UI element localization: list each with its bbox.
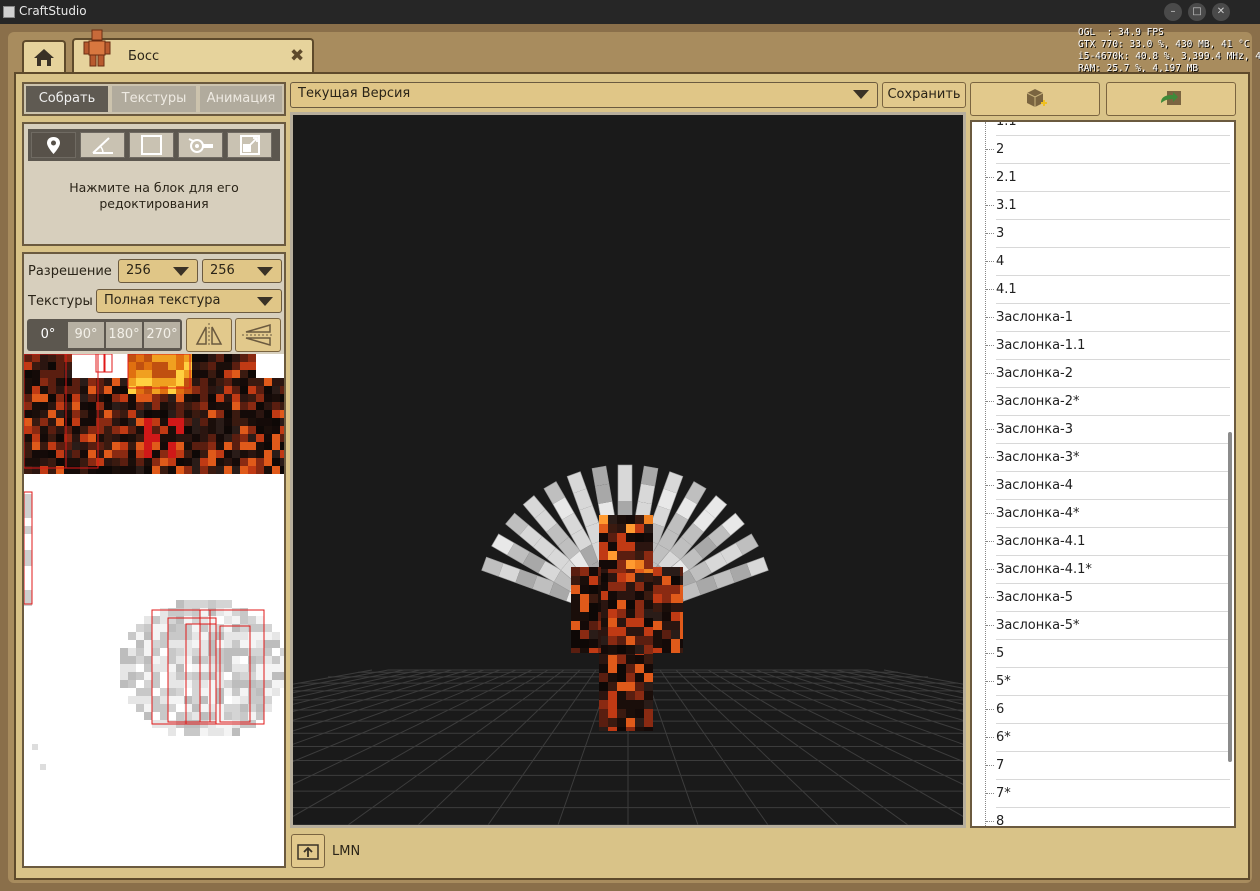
- texture-mode-dropdown[interactable]: Полная текстура: [96, 289, 282, 313]
- flip-horizontal-icon: [195, 323, 223, 347]
- list-item[interactable]: 3: [986, 220, 1230, 248]
- save-button[interactable]: Сохранить: [882, 82, 966, 108]
- folder-up-icon: [297, 844, 319, 860]
- chevron-down-icon: [257, 297, 273, 306]
- flip-vertical-icon: [242, 324, 274, 346]
- home-icon: [34, 49, 54, 66]
- texture-mode-value: Полная текстура: [104, 293, 221, 308]
- list-item[interactable]: Заслонка-4.1: [986, 528, 1230, 556]
- list-item[interactable]: Заслонка-3*: [986, 444, 1230, 472]
- resolution-label: Разрешение: [28, 264, 112, 279]
- version-dropdown[interactable]: Текущая Версия: [290, 82, 878, 108]
- minimize-icon[interactable]: –: [1164, 3, 1182, 21]
- resolution-height-dropdown[interactable]: 256: [202, 259, 282, 283]
- box-tool[interactable]: [129, 132, 174, 158]
- list-item[interactable]: Заслонка-2: [986, 360, 1230, 388]
- list-item[interactable]: 7: [986, 752, 1230, 780]
- scrollbar[interactable]: [1228, 432, 1232, 762]
- tab-animation[interactable]: Анимация: [200, 86, 282, 112]
- replace-icon: [1161, 91, 1181, 105]
- rotate-90-button[interactable]: 90°: [68, 322, 104, 348]
- list-item[interactable]: Заслонка-2*: [986, 388, 1230, 416]
- texture-panel: Разрешение 256 256 Текстуры Полная текст…: [22, 252, 286, 868]
- tools-panel: Нажмите на блок для его редоктирования: [22, 122, 286, 246]
- project-label: LMN: [332, 844, 361, 859]
- list-item[interactable]: 4: [986, 248, 1230, 276]
- perf-line: OGL : 34.9 FPS: [1078, 27, 1164, 38]
- perf-overlay: OGL : 34.9 FPS GTX 770: 33.0 %, 430 MB, 4…: [1078, 27, 1260, 75]
- move-tool[interactable]: [31, 132, 76, 158]
- list-item[interactable]: 1.1: [996, 122, 1230, 136]
- list-item[interactable]: 8: [986, 808, 1230, 826]
- tree-line: [985, 122, 986, 826]
- 3d-viewport[interactable]: [290, 112, 966, 828]
- list-item[interactable]: 5*: [986, 668, 1230, 696]
- list-item[interactable]: 5: [986, 640, 1230, 668]
- new-block-button[interactable]: [970, 82, 1100, 116]
- model-icon: [83, 29, 111, 67]
- flip-vertical-button[interactable]: [235, 318, 281, 352]
- list-item[interactable]: Заслонка-1.1: [986, 332, 1230, 360]
- rotate-0-button[interactable]: 0°: [30, 322, 66, 348]
- rotate-tool[interactable]: [80, 132, 125, 158]
- list-item[interactable]: Заслонка-5: [986, 584, 1230, 612]
- edit-hint: Нажмите на блок для его редоктирования: [69, 180, 239, 211]
- texture-canvas[interactable]: [24, 354, 284, 866]
- list-item[interactable]: 6: [986, 696, 1230, 724]
- window-title: CraftStudio: [19, 4, 87, 18]
- list-item[interactable]: Заслонка-5*: [986, 612, 1230, 640]
- close-icon[interactable]: ✕: [1212, 3, 1230, 21]
- window-titlebar: CraftStudio – □ ✕: [0, 0, 1260, 24]
- textures-label: Текстуры: [28, 294, 93, 309]
- chevron-down-icon: [173, 267, 189, 276]
- version-list[interactable]: 1.1 2 2.1 3.1 3 4 4.1 Заслонка-1 Заслонка-1.1 Зас…: [970, 120, 1236, 828]
- rotate-180-button[interactable]: 180°: [106, 322, 142, 348]
- doc-tab-title: Босс: [128, 49, 160, 64]
- scale-icon: [240, 135, 260, 155]
- home-tab[interactable]: [22, 40, 66, 72]
- tool-row: [28, 129, 280, 161]
- list-item[interactable]: 3.1: [986, 192, 1230, 220]
- list-item[interactable]: Заслонка-3: [986, 416, 1230, 444]
- list-item[interactable]: Заслонка-1: [986, 304, 1230, 332]
- chevron-down-icon: [257, 267, 273, 276]
- maximize-icon[interactable]: □: [1188, 3, 1206, 21]
- list-item[interactable]: 4.1: [986, 276, 1230, 304]
- resolution-width-dropdown[interactable]: 256: [118, 259, 198, 283]
- pivot-tool[interactable]: [178, 132, 223, 158]
- angle-icon: [92, 137, 113, 154]
- replace-button[interactable]: [1106, 82, 1236, 116]
- viewport-scene: [293, 464, 963, 825]
- tab-textures[interactable]: Текстуры: [112, 86, 196, 112]
- mode-tabs: Собрать Текстуры Анимация: [22, 82, 286, 116]
- list-item[interactable]: Заслонка-4.1*: [986, 556, 1230, 584]
- doc-tab[interactable]: Босс ✖: [72, 29, 314, 72]
- res-h-value: 256: [210, 263, 235, 278]
- list-item[interactable]: 2: [986, 136, 1230, 164]
- chevron-down-icon: [853, 90, 869, 99]
- scale-tool[interactable]: [227, 132, 272, 158]
- perf-line: GTX 770: 33.0 %, 430 MB, 41 °C: [1078, 39, 1250, 50]
- pivot-icon: [188, 138, 213, 153]
- list-item[interactable]: Заслонка-4*: [986, 500, 1230, 528]
- flip-horizontal-button[interactable]: [186, 318, 232, 352]
- list-item[interactable]: Заслонка-4: [986, 472, 1230, 500]
- close-tab-icon[interactable]: ✖: [290, 46, 304, 66]
- box-select-icon: [141, 135, 162, 155]
- list-item[interactable]: 2.1: [986, 164, 1230, 192]
- rotation-group: 0° 90° 180° 270°: [27, 319, 182, 351]
- list-item[interactable]: 6*: [986, 724, 1230, 752]
- list-item[interactable]: 7*: [986, 780, 1230, 808]
- new-block-icon: [1026, 89, 1047, 107]
- move-icon: [47, 137, 60, 154]
- rotate-270-button[interactable]: 270°: [144, 322, 180, 348]
- app-icon: [3, 6, 15, 18]
- perf-line: i5-4670k: 40.8 %, 3,399.4 MHz, 46 °C: [1078, 51, 1260, 62]
- tab-assemble[interactable]: Собрать: [26, 86, 108, 112]
- parent-folder-button[interactable]: [291, 834, 325, 868]
- version-value: Текущая Версия: [298, 86, 411, 101]
- res-w-value: 256: [126, 263, 151, 278]
